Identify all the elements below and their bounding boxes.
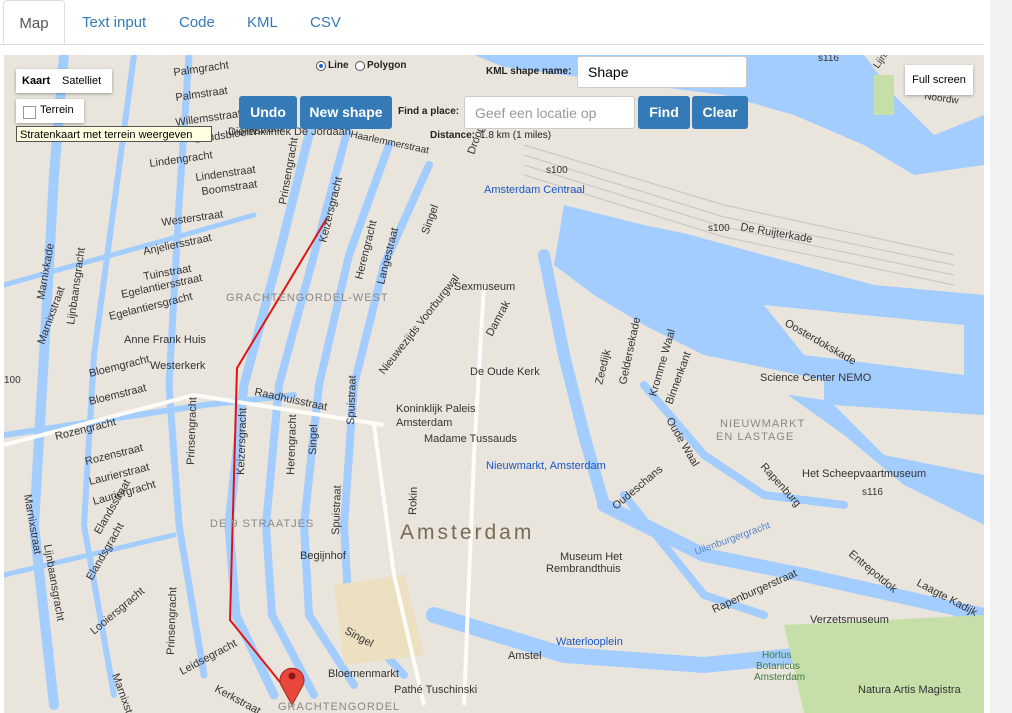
map-label-streets-amstel: Amstel bbox=[508, 650, 542, 662]
map-label-shields-s100: s100 bbox=[546, 165, 568, 176]
map-label-districts-negen: DE 9 STRAATJES bbox=[210, 518, 314, 530]
map-type-control: Kaart Satelliet bbox=[16, 69, 112, 93]
map-label-shields-edge100: 100 bbox=[4, 375, 21, 386]
map-label-streets-keizersgracht: Keizersgracht bbox=[235, 407, 249, 475]
map-label-streets-rokin: Rokin bbox=[407, 487, 420, 516]
map-label-districts-gordel: GRACHTENGORDEL bbox=[278, 701, 400, 713]
map-label-streets-prinsengracht: Prinsengracht bbox=[185, 397, 199, 465]
map-type-satelliet[interactable]: Satelliet bbox=[62, 69, 101, 93]
map-label-streets-herengracht: Herengracht bbox=[285, 414, 299, 475]
terrain-label: Terrein bbox=[40, 104, 74, 116]
map-label-pois-nemo: Science Center NEMO bbox=[760, 372, 872, 384]
map-label-shields-s116: s116 bbox=[818, 55, 839, 64]
radio-polygon-label: Polygon bbox=[367, 60, 407, 71]
map-canvas[interactable]: Palmgracht Palmstraat Willemsstraat Goudsbl… bbox=[4, 55, 984, 713]
map-label-pois-paleis-2: Amsterdam bbox=[396, 417, 452, 429]
map-label-pois-tussauds: Madame Tussauds bbox=[424, 433, 517, 445]
map-label-pois-hortus-2: Botanicus bbox=[756, 661, 800, 672]
map-label-pois-sexmuseum: Sexmuseum bbox=[454, 281, 515, 293]
map-label-shields-s116: s116 bbox=[862, 487, 883, 498]
map-label-streets-prinsengracht: Prinsengracht bbox=[165, 587, 179, 655]
map-label-pois-waterlooplein: Waterlooplein bbox=[556, 636, 623, 648]
map-label-pois-begijnhof: Begijnhof bbox=[300, 550, 347, 562]
map-label-pois-bloemenmarkt: Bloemenmarkt bbox=[328, 668, 399, 680]
kml-shape-label: KML shape name: bbox=[486, 66, 572, 77]
distance-value: 1.8 km (1 miles) bbox=[480, 130, 552, 141]
map-label-pois-rembrandt-2: Rembrandthuis bbox=[546, 563, 621, 575]
map-label-pois-rembrandt-1: Museum Het bbox=[560, 551, 622, 563]
map-graphics: PalmgrachtPalmstraatWillemsstraatGoudsbl… bbox=[4, 55, 984, 713]
map-label-pois-hortus-1: Hortus bbox=[762, 650, 791, 661]
map-label-streets-spuistraat: Spuistraat bbox=[330, 485, 344, 535]
distance-label: Distance: bbox=[430, 130, 476, 141]
map-label-streets-spuistraat: Spuistraat bbox=[345, 375, 359, 425]
map-label-pois-centraal: Amsterdam Centraal bbox=[484, 184, 585, 196]
map-label-streets-singel: Singel bbox=[307, 424, 320, 455]
map-label-pois-anne-frank: Anne Frank Huis bbox=[124, 334, 206, 346]
radio-polygon[interactable] bbox=[355, 61, 365, 71]
tab-code[interactable]: Code bbox=[179, 0, 215, 44]
terrain-tooltip: Stratenkaart met terrein weergeven bbox=[16, 126, 212, 142]
undo-button[interactable]: Undo bbox=[239, 96, 297, 129]
tab-kml[interactable]: KML bbox=[247, 0, 278, 44]
map-label-pois-westerkerk: Westerkerk bbox=[150, 360, 206, 372]
terrain-toggle[interactable]: Terrein bbox=[16, 99, 84, 123]
tab-map[interactable]: Map bbox=[3, 0, 65, 44]
map-label-city: Amsterdam bbox=[400, 521, 534, 544]
map-label-shields-s100: s100 bbox=[708, 223, 730, 234]
find-button[interactable]: Find bbox=[638, 96, 690, 129]
map-label-pois-verzets: Verzetsmuseum bbox=[810, 614, 889, 626]
map-label-districts-nieuwmarkt-2: EN LASTAGE bbox=[716, 431, 794, 443]
map-label-districts-nieuwmarkt-1: NIEUWMARKT bbox=[720, 418, 805, 430]
map-label-pois-hortus-3: Amsterdam bbox=[754, 672, 805, 683]
tab-text-input[interactable]: Text input bbox=[82, 0, 146, 44]
full-screen-button[interactable]: Full screen bbox=[905, 65, 973, 95]
tab-csv[interactable]: CSV bbox=[310, 0, 341, 44]
map-label-pois-nieuwmarkt-station: Nieuwmarkt, Amsterdam bbox=[486, 460, 606, 472]
new-shape-button[interactable]: New shape bbox=[300, 96, 392, 129]
find-place-label: Find a place: bbox=[398, 106, 460, 117]
map-label-districts-west: GRACHTENGORDEL-WEST bbox=[226, 292, 389, 304]
map-label-pois-oude-kerk: De Oude Kerk bbox=[470, 366, 540, 378]
tab-bar: Map Text input Code KML CSV bbox=[0, 0, 984, 45]
map-label-pois-artis: Natura Artis Magistra bbox=[858, 684, 962, 696]
radio-line-label: Line bbox=[328, 60, 349, 71]
map-label-pois-scheepvaart: Het Scheepvaartmuseum bbox=[802, 468, 926, 480]
page-scrollbar[interactable] bbox=[990, 0, 1012, 713]
find-place-input[interactable] bbox=[464, 96, 635, 129]
clear-button[interactable]: Clear bbox=[692, 96, 748, 129]
radio-line[interactable] bbox=[316, 61, 326, 71]
map-label-pois-tuschinski: Pathé Tuschinski bbox=[394, 684, 477, 696]
map-label-pois-paleis-1: Koninklijk Paleis bbox=[396, 403, 476, 415]
map-type-kaart[interactable]: Kaart bbox=[22, 69, 50, 93]
terrain-checkbox[interactable] bbox=[23, 106, 36, 119]
kml-shape-input[interactable] bbox=[577, 56, 747, 88]
